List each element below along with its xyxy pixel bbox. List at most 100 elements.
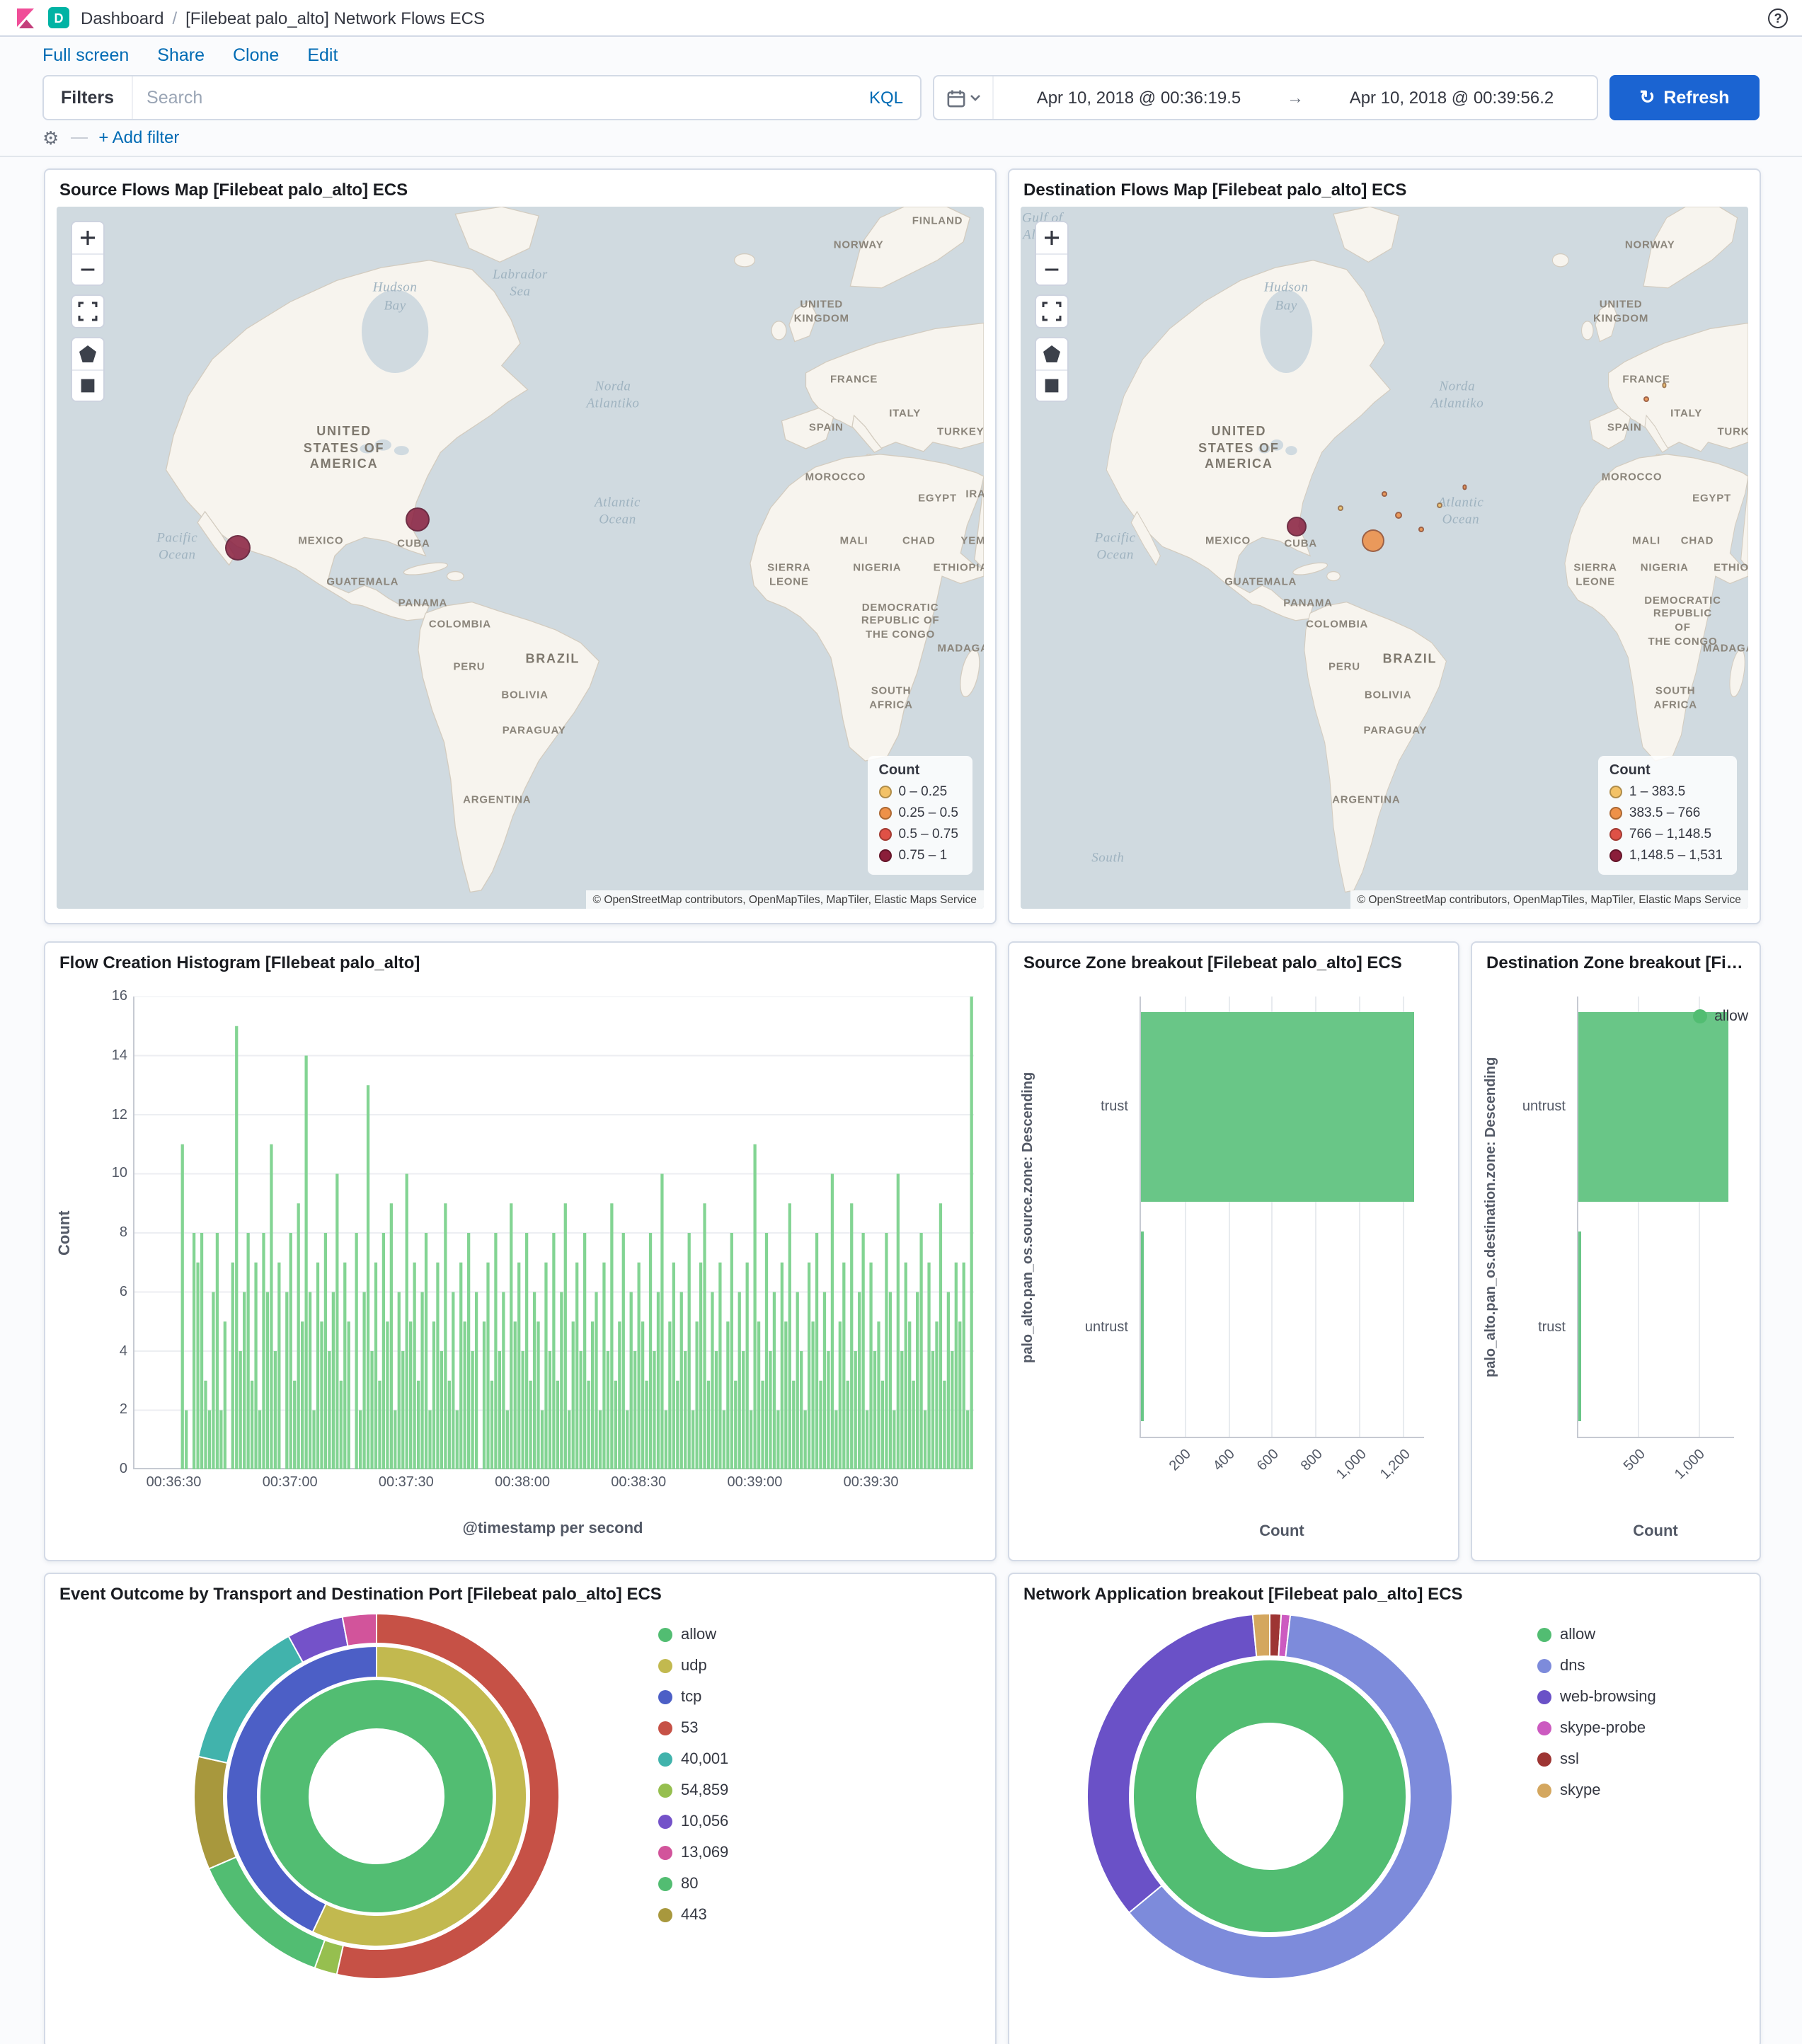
histogram-bar[interactable] [185, 1410, 188, 1470]
histogram-bar[interactable] [970, 997, 973, 1469]
histogram-bar[interactable] [668, 1321, 672, 1470]
date-range-end[interactable]: Apr 10, 2018 @ 00:39:56.2 [1307, 88, 1597, 108]
histogram-bar[interactable] [834, 1410, 838, 1470]
histogram-bar[interactable] [896, 1173, 900, 1470]
histogram-bar[interactable] [355, 1233, 358, 1469]
legend-item[interactable]: skype [1537, 1775, 1656, 1806]
legend-item[interactable]: 10,056 [658, 1806, 728, 1837]
histogram-bar[interactable] [394, 1410, 397, 1470]
histogram-bar[interactable] [343, 1262, 347, 1470]
histogram-bar[interactable] [250, 1380, 254, 1470]
flow-creation-histogram[interactable]: Count 0 2 4 6 8 10 12 14 16 00:36:30 00:37:00 00:3… [57, 977, 984, 1543]
histogram-bar[interactable] [328, 1351, 331, 1469]
kibana-logo[interactable] [14, 6, 37, 29]
legend-item[interactable]: allow [1537, 1619, 1656, 1650]
histogram-bar[interactable] [923, 1410, 927, 1470]
refresh-button[interactable]: ↻ Refresh [1609, 75, 1760, 120]
zoom-out-button[interactable] [72, 253, 103, 285]
histogram-bar[interactable] [502, 1292, 505, 1470]
filter-options-gear-icon[interactable]: ⚙ [42, 128, 59, 147]
histogram-bar[interactable] [525, 1233, 529, 1469]
histogram-bar[interactable] [811, 1321, 815, 1470]
histogram-bar[interactable] [339, 1380, 343, 1470]
histogram-bar[interactable] [958, 1321, 962, 1470]
space-badge[interactable]: D [48, 7, 69, 28]
map-data-point[interactable] [1418, 527, 1424, 533]
histogram-bar[interactable] [880, 1380, 885, 1470]
histogram-bar[interactable] [919, 1233, 923, 1469]
histogram-bar[interactable] [289, 1233, 292, 1469]
histogram-bar[interactable] [510, 1203, 513, 1470]
histogram-bar[interactable] [908, 1321, 912, 1470]
edit-link[interactable]: Edit [307, 45, 338, 65]
legend-item[interactable]: skype-probe [1537, 1713, 1656, 1744]
histogram-bar[interactable] [517, 1262, 521, 1470]
histogram-bar[interactable] [467, 1233, 471, 1469]
histogram-bar[interactable] [243, 1292, 246, 1470]
histogram-bar[interactable] [335, 1173, 339, 1470]
histogram-bar[interactable] [776, 1410, 780, 1470]
histogram-bar[interactable] [888, 1292, 893, 1470]
histogram-bar[interactable] [679, 1292, 683, 1470]
histogram-bar[interactable] [548, 1351, 552, 1469]
histogram-bar[interactable] [726, 1321, 730, 1470]
histogram-bar[interactable] [494, 1233, 498, 1469]
histogram-bar[interactable] [452, 1292, 455, 1470]
histogram-bar[interactable] [621, 1233, 625, 1469]
histogram-bar[interactable] [865, 1410, 869, 1470]
panel-title[interactable]: Event Outcome by Transport and Destinati… [45, 1574, 995, 1608]
histogram-bar[interactable] [877, 1321, 880, 1470]
map-data-point[interactable] [1662, 383, 1668, 389]
histogram-bar[interactable] [293, 1380, 297, 1470]
fit-to-bounds-button[interactable] [1036, 296, 1067, 327]
histogram-bar[interactable] [482, 1321, 486, 1470]
legend-item[interactable]: ssl [1537, 1744, 1656, 1775]
histogram-bar[interactable] [331, 1292, 335, 1470]
map-data-point[interactable] [1382, 491, 1387, 498]
histogram-bar[interactable] [180, 1144, 184, 1470]
draw-rectangle-button[interactable] [1036, 369, 1067, 401]
map-data-point[interactable] [1436, 502, 1442, 508]
histogram-bar[interactable] [239, 1351, 242, 1469]
histogram-bar[interactable] [200, 1233, 204, 1469]
histogram-bar[interactable] [378, 1380, 381, 1470]
histogram-bar[interactable] [459, 1262, 463, 1470]
histogram-bar[interactable] [946, 1292, 950, 1470]
bar-untrust[interactable] [1141, 1231, 1143, 1422]
histogram-bar[interactable] [722, 1410, 725, 1470]
map-data-point[interactable] [1462, 485, 1467, 490]
histogram-bar[interactable] [583, 1233, 587, 1469]
histogram-bar[interactable] [822, 1292, 827, 1470]
histogram-bar[interactable] [750, 1410, 753, 1470]
histogram-bar[interactable] [297, 1203, 300, 1470]
histogram-bar[interactable] [742, 1351, 745, 1469]
legend-item[interactable]: tcp [658, 1682, 728, 1713]
panel-title[interactable]: Destination Flows Map [Filebeat palo_alt… [1009, 170, 1760, 204]
histogram-bar[interactable] [757, 1321, 761, 1470]
histogram-bar[interactable] [532, 1292, 536, 1470]
histogram-bar[interactable] [695, 1321, 699, 1470]
histogram-bar[interactable] [850, 1203, 854, 1470]
histogram-bar[interactable] [614, 1380, 617, 1470]
histogram-bar[interactable] [405, 1173, 408, 1470]
histogram-bar[interactable] [885, 1233, 888, 1469]
add-filter-link[interactable]: + Add filter [98, 127, 179, 147]
histogram-bar[interactable] [486, 1262, 490, 1470]
histogram-bar[interactable] [676, 1380, 679, 1470]
histogram-bar[interactable] [463, 1321, 466, 1470]
histogram-bar[interactable] [602, 1262, 606, 1470]
histogram-bar[interactable] [544, 1262, 548, 1470]
histogram-bar[interactable] [660, 1173, 664, 1470]
breadcrumb-dashboard[interactable]: Dashboard [81, 8, 163, 28]
histogram-bar[interactable] [424, 1233, 428, 1469]
histogram-bar[interactable] [633, 1351, 637, 1469]
draw-polygon-button[interactable] [72, 338, 103, 369]
histogram-bar[interactable] [359, 1410, 362, 1470]
histogram-bar[interactable] [270, 1144, 273, 1470]
histogram-bar[interactable] [366, 1085, 370, 1470]
histogram-bar[interactable] [730, 1233, 733, 1469]
histogram-bar[interactable] [401, 1351, 405, 1469]
histogram-bar[interactable] [316, 1262, 320, 1470]
histogram-bar[interactable] [498, 1351, 502, 1469]
histogram-bar[interactable] [362, 1292, 366, 1470]
